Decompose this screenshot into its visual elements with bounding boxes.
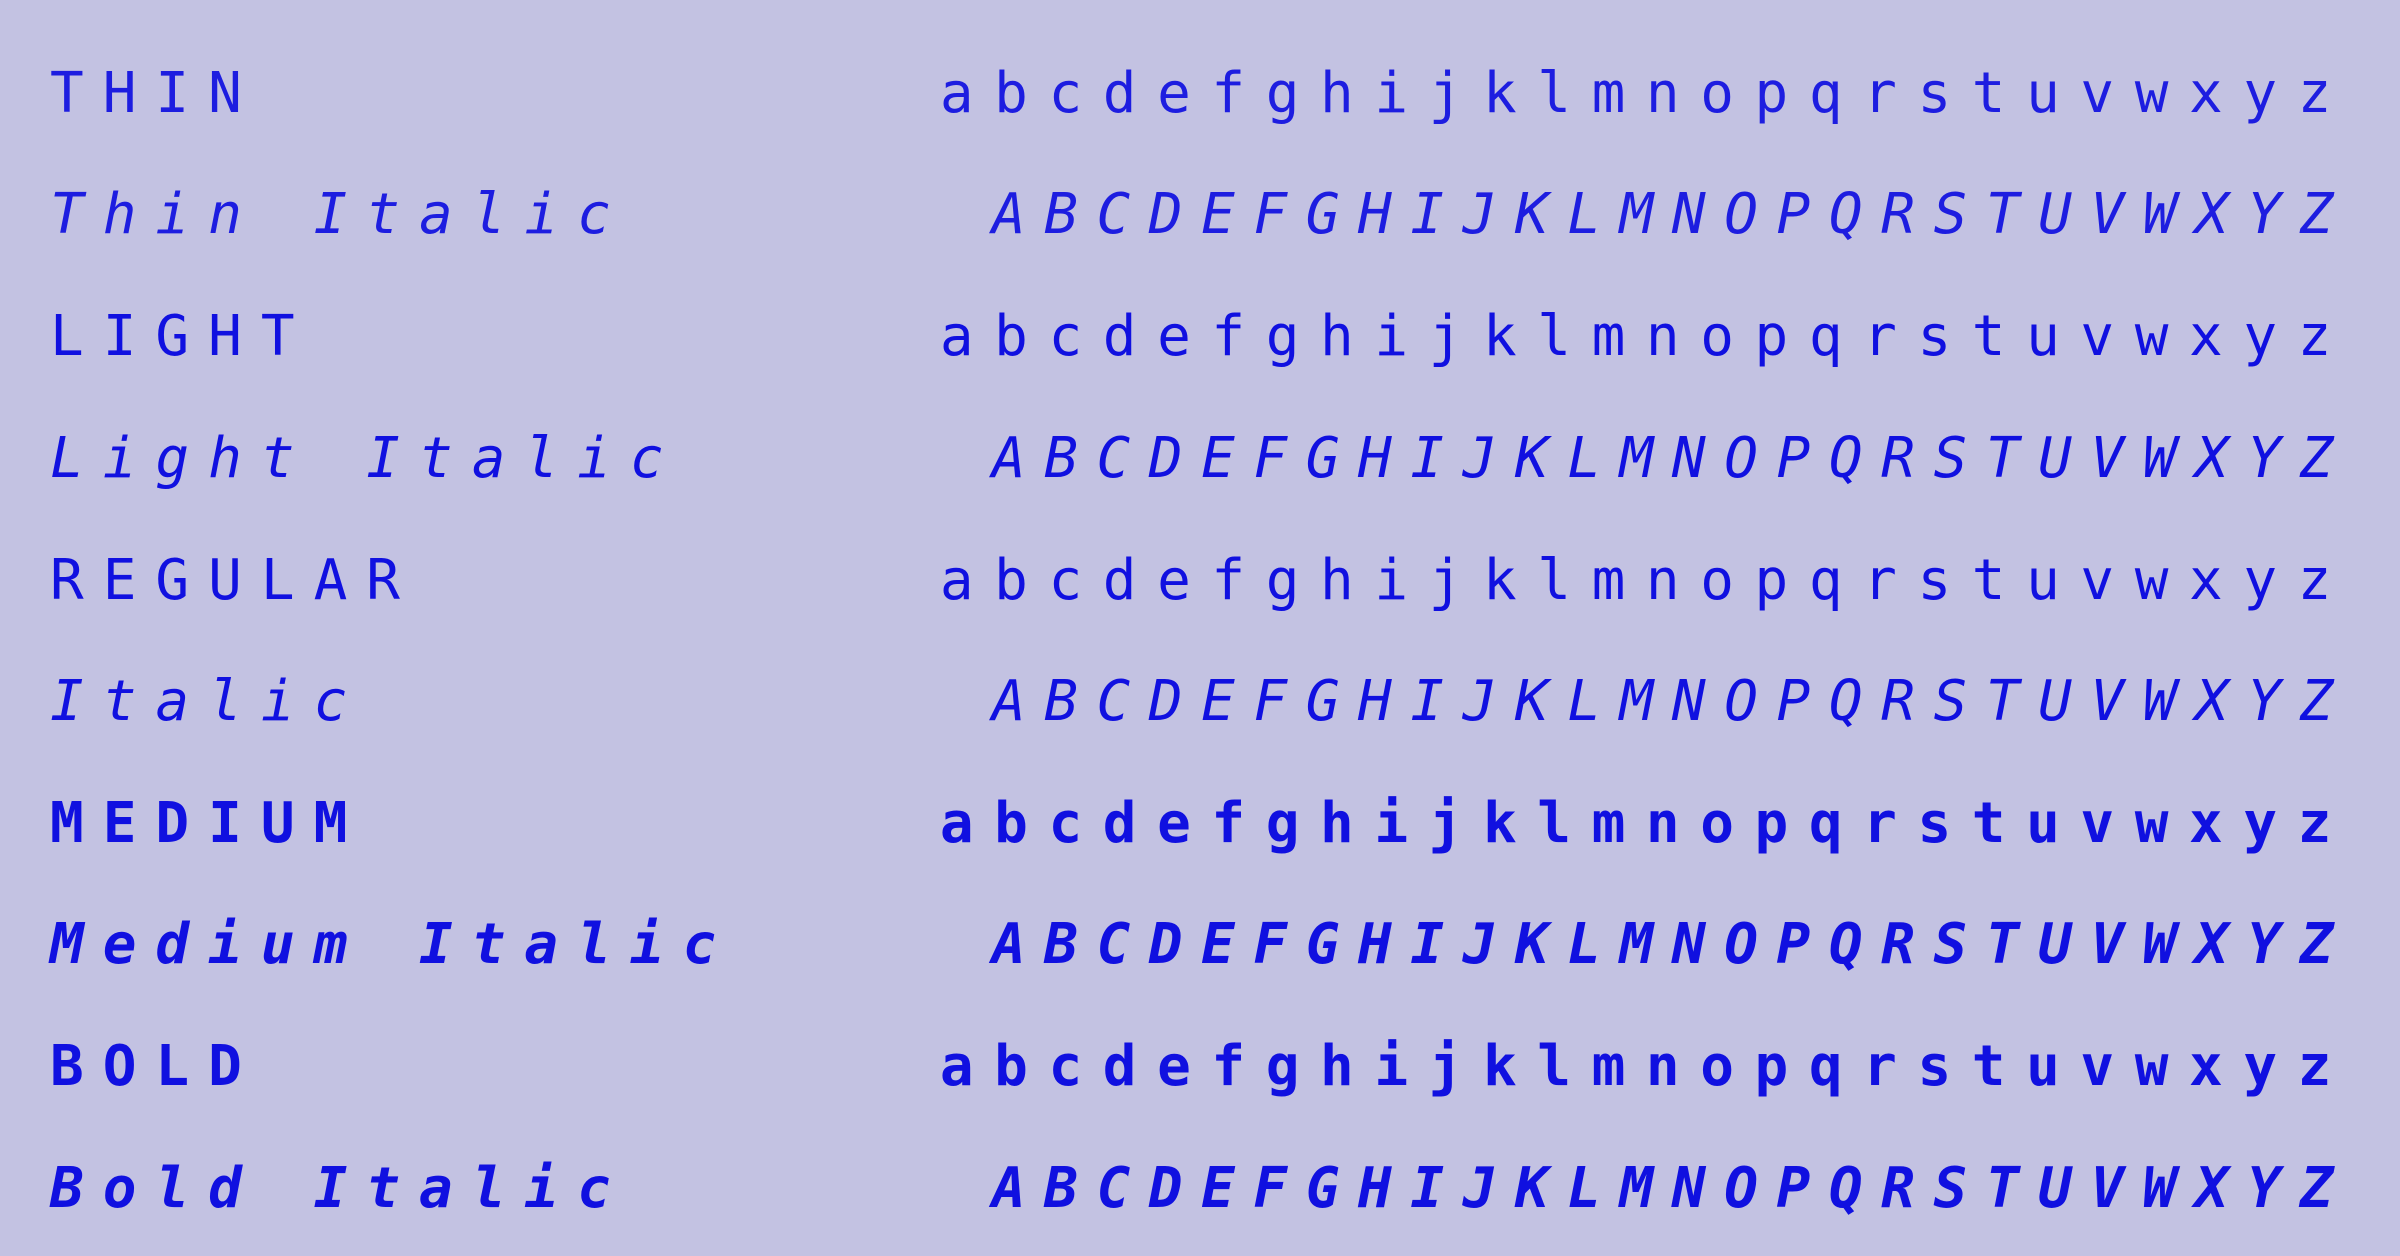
style-label: REGULAR (50, 548, 420, 613)
style-label: Thin Italic (50, 182, 630, 247)
style-label: Light Italic (50, 426, 683, 491)
specimen-row-light: LIGHT abcdefghijklmnopqrstuvwxyz (0, 287, 2400, 387)
style-label: THIN (50, 61, 261, 126)
alphabet-sample: ABCDEFGHIJKLMNOPQRSTUVWXYZ (991, 912, 2352, 977)
style-label: LIGHT (50, 304, 314, 369)
alphabet-sample: abcdefghijklmnopqrstuvwxyz (939, 1034, 2352, 1099)
specimen-row-bold-italic: Bold Italic ABCDEFGHIJKLMNOPQRSTUVWXYZ (0, 1139, 2400, 1239)
alphabet-sample: abcdefghijklmnopqrstuvwxyz (939, 791, 2352, 856)
specimen-row-regular: REGULAR abcdefghijklmnopqrstuvwxyz (0, 531, 2400, 631)
style-label: Italic (50, 669, 367, 734)
specimen-row-thin-italic: Thin Italic ABCDEFGHIJKLMNOPQRSTUVWXYZ (0, 165, 2400, 265)
alphabet-sample: abcdefghijklmnopqrstuvwxyz (939, 61, 2352, 126)
style-label: MEDIUM (50, 791, 367, 856)
alphabet-sample: ABCDEFGHIJKLMNOPQRSTUVWXYZ (991, 426, 2352, 491)
alphabet-sample: abcdefghijklmnopqrstuvwxyz (939, 304, 2352, 369)
style-label: Medium Italic (50, 912, 736, 977)
alphabet-sample: ABCDEFGHIJKLMNOPQRSTUVWXYZ (991, 182, 2352, 247)
alphabet-sample: abcdefghijklmnopqrstuvwxyz (939, 548, 2352, 613)
alphabet-sample: ABCDEFGHIJKLMNOPQRSTUVWXYZ (991, 669, 2352, 734)
specimen-row-medium-italic: Medium Italic ABCDEFGHIJKLMNOPQRSTUVWXYZ (0, 895, 2400, 995)
specimen-row-bold: BOLD abcdefghijklmnopqrstuvwxyz (0, 1017, 2400, 1117)
specimen-row-light-italic: Light Italic ABCDEFGHIJKLMNOPQRSTUVWXYZ (0, 409, 2400, 509)
specimen-row-medium: MEDIUM abcdefghijklmnopqrstuvwxyz (0, 774, 2400, 874)
style-label: Bold Italic (50, 1156, 630, 1221)
specimen-row-thin: THIN abcdefghijklmnopqrstuvwxyz (0, 44, 2400, 144)
type-specimen: THIN abcdefghijklmnopqrstuvwxyz Thin Ita… (0, 0, 2400, 1256)
style-label: BOLD (50, 1034, 261, 1099)
alphabet-sample: ABCDEFGHIJKLMNOPQRSTUVWXYZ (991, 1156, 2352, 1221)
specimen-row-italic: Italic ABCDEFGHIJKLMNOPQRSTUVWXYZ (0, 652, 2400, 752)
